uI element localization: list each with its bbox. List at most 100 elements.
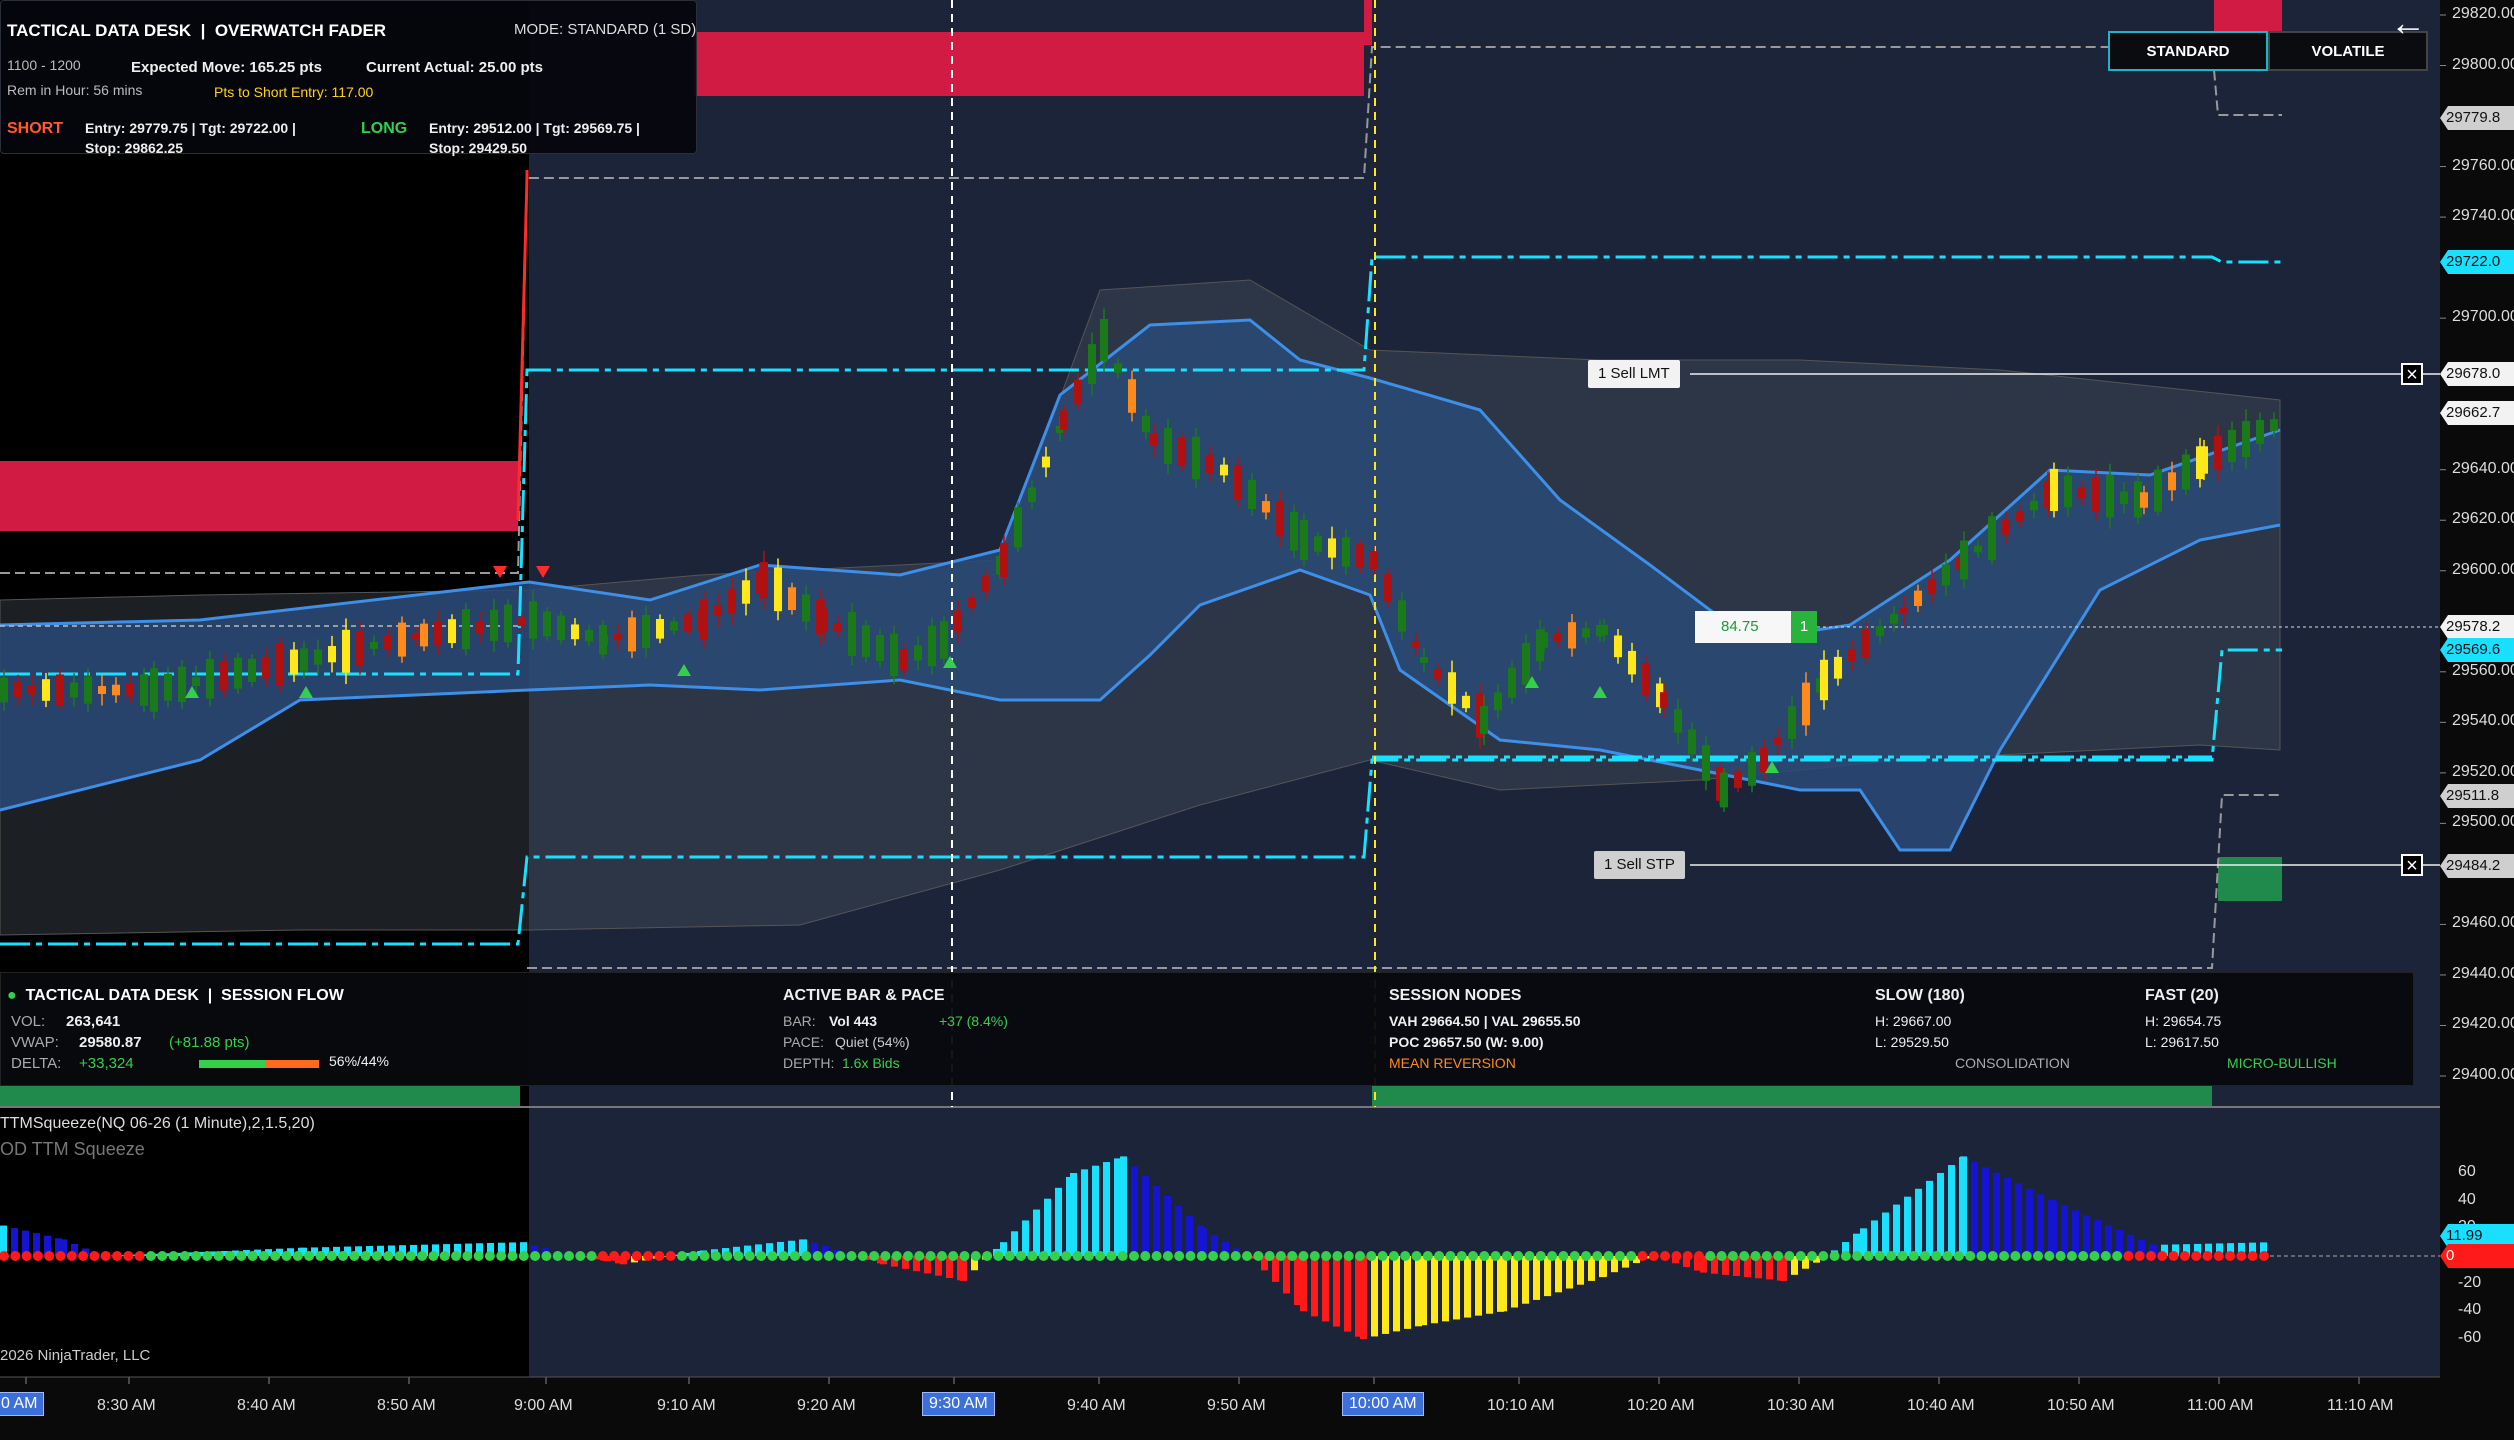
candle (2016, 511, 2024, 522)
squeeze-bar (1511, 1256, 1518, 1308)
long-zone-right (2218, 857, 2282, 901)
candle (529, 601, 537, 639)
cancel-lmt-close-icon[interactable]: × (2401, 363, 2423, 385)
squeeze-dot (790, 1251, 800, 1261)
candle (1848, 649, 1856, 662)
squeeze-dot (643, 1251, 654, 1261)
squeeze-dot (1953, 1251, 1964, 1261)
squeeze-bar (1442, 1256, 1449, 1322)
sell-stp-price-tag: 29484.2 (2440, 854, 2514, 878)
squeeze-dot (541, 1251, 552, 1261)
squeeze-dot (179, 1251, 190, 1261)
squeeze-dot (2100, 1251, 2111, 1261)
candle (342, 629, 350, 673)
squeeze-dot (1874, 1251, 1885, 1261)
standard-button[interactable]: STANDARD (2108, 31, 2268, 71)
candle (448, 619, 456, 644)
candle (1942, 564, 1950, 586)
candle (420, 623, 428, 647)
squeeze-bar (1322, 1256, 1329, 1322)
squeeze-dot (1264, 1251, 1275, 1261)
squeeze-bar (1555, 1256, 1562, 1293)
price-axis-label: 29820.00 (2452, 5, 2514, 22)
squeeze-dot (1434, 1251, 1445, 1261)
candle (1074, 379, 1082, 405)
squeeze-dot (1535, 1251, 1546, 1261)
position-pnl[interactable]: 84.75 (1695, 611, 1791, 643)
candle (412, 633, 420, 640)
squeeze-dot (1366, 1251, 1377, 1261)
squeeze-dot (1931, 1251, 1942, 1261)
candle (600, 634, 608, 646)
candle (876, 634, 884, 662)
candle (1448, 672, 1456, 704)
squeeze-bar (1948, 1165, 1955, 1256)
micro-bullish: MICRO-BULLISH (2227, 1055, 2337, 1071)
candle (328, 646, 336, 663)
squeeze-dot (123, 1251, 134, 1261)
squeeze-bar (1971, 1161, 1978, 1256)
squeeze-bar (1431, 1256, 1438, 1324)
squeeze-dot (100, 1251, 111, 1261)
squeeze-dot (2134, 1251, 2145, 1261)
squeeze-dot (733, 1251, 744, 1261)
squeeze-dot (1422, 1251, 1433, 1261)
squeeze-dot (993, 1251, 1004, 1261)
candle (98, 686, 106, 694)
squeeze-bar (1500, 1256, 1507, 1312)
price-axis-label: 29520.00 (2452, 762, 2514, 780)
price-chart[interactable] (0, 0, 2514, 1440)
price-axis-label: 29440.00 (2452, 964, 2514, 982)
squeeze-dot (191, 1251, 202, 1261)
candle (802, 594, 810, 622)
squeeze-dot (891, 1251, 902, 1261)
squeeze-dot (564, 1251, 574, 1261)
candle (1300, 520, 1308, 560)
squeeze-dot (1106, 1251, 1117, 1261)
candle (862, 625, 870, 657)
squeeze-dot (677, 1251, 687, 1261)
squeeze-dot (1716, 1251, 1727, 1261)
candle (1042, 456, 1050, 468)
header-title: TACTICAL DATA DESK | OVERWATCH FADER (7, 21, 387, 40)
short-zone-edge (1364, 0, 1372, 45)
candle (192, 677, 200, 687)
back-arrow-icon[interactable]: ← (2390, 2, 2426, 44)
price-axis-label: 29700.00 (2452, 308, 2514, 326)
bar-label: BAR: (783, 1013, 816, 1029)
position-qty[interactable]: 1 (1791, 611, 1817, 643)
candle (742, 580, 750, 604)
candle (820, 608, 828, 632)
squeeze-bar (1522, 1256, 1529, 1304)
time-axis-label: 10:20 AM (1627, 1397, 1695, 1414)
squeeze-dot (1298, 1251, 1309, 1261)
squeeze-dot (801, 1251, 812, 1261)
sell-stp-order[interactable]: 1 Sell STP (1594, 851, 1685, 879)
sell-lmt-order[interactable]: 1 Sell LMT (1588, 360, 1680, 388)
candle (178, 666, 186, 703)
candle (1128, 379, 1136, 413)
candle (504, 604, 512, 643)
cancel-stp-close-icon[interactable]: × (2401, 854, 2423, 876)
squeeze-dot (1388, 1251, 1399, 1261)
squeeze-dot (473, 1251, 484, 1261)
candle (670, 621, 678, 631)
squeeze-dot (1705, 1251, 1716, 1261)
candle (370, 641, 378, 649)
candle (1114, 363, 1122, 373)
squeeze-bar (2037, 1194, 2044, 1256)
squeeze-bar (1982, 1167, 1989, 1256)
candle (2168, 472, 2176, 491)
squeeze-dot (1897, 1251, 1908, 1261)
candle (1234, 465, 1242, 500)
candle (1760, 747, 1768, 773)
candle (1462, 695, 1470, 709)
candle (1688, 729, 1696, 755)
squeeze-dot (1072, 1251, 1083, 1261)
squeeze-dot (1581, 1251, 1591, 1261)
candle (1802, 682, 1810, 726)
squeeze-bar (1566, 1256, 1573, 1289)
candle (940, 621, 948, 659)
squeeze-dot (2089, 1251, 2100, 1261)
mode-label: MODE: STANDARD (1 SD) (514, 21, 697, 38)
